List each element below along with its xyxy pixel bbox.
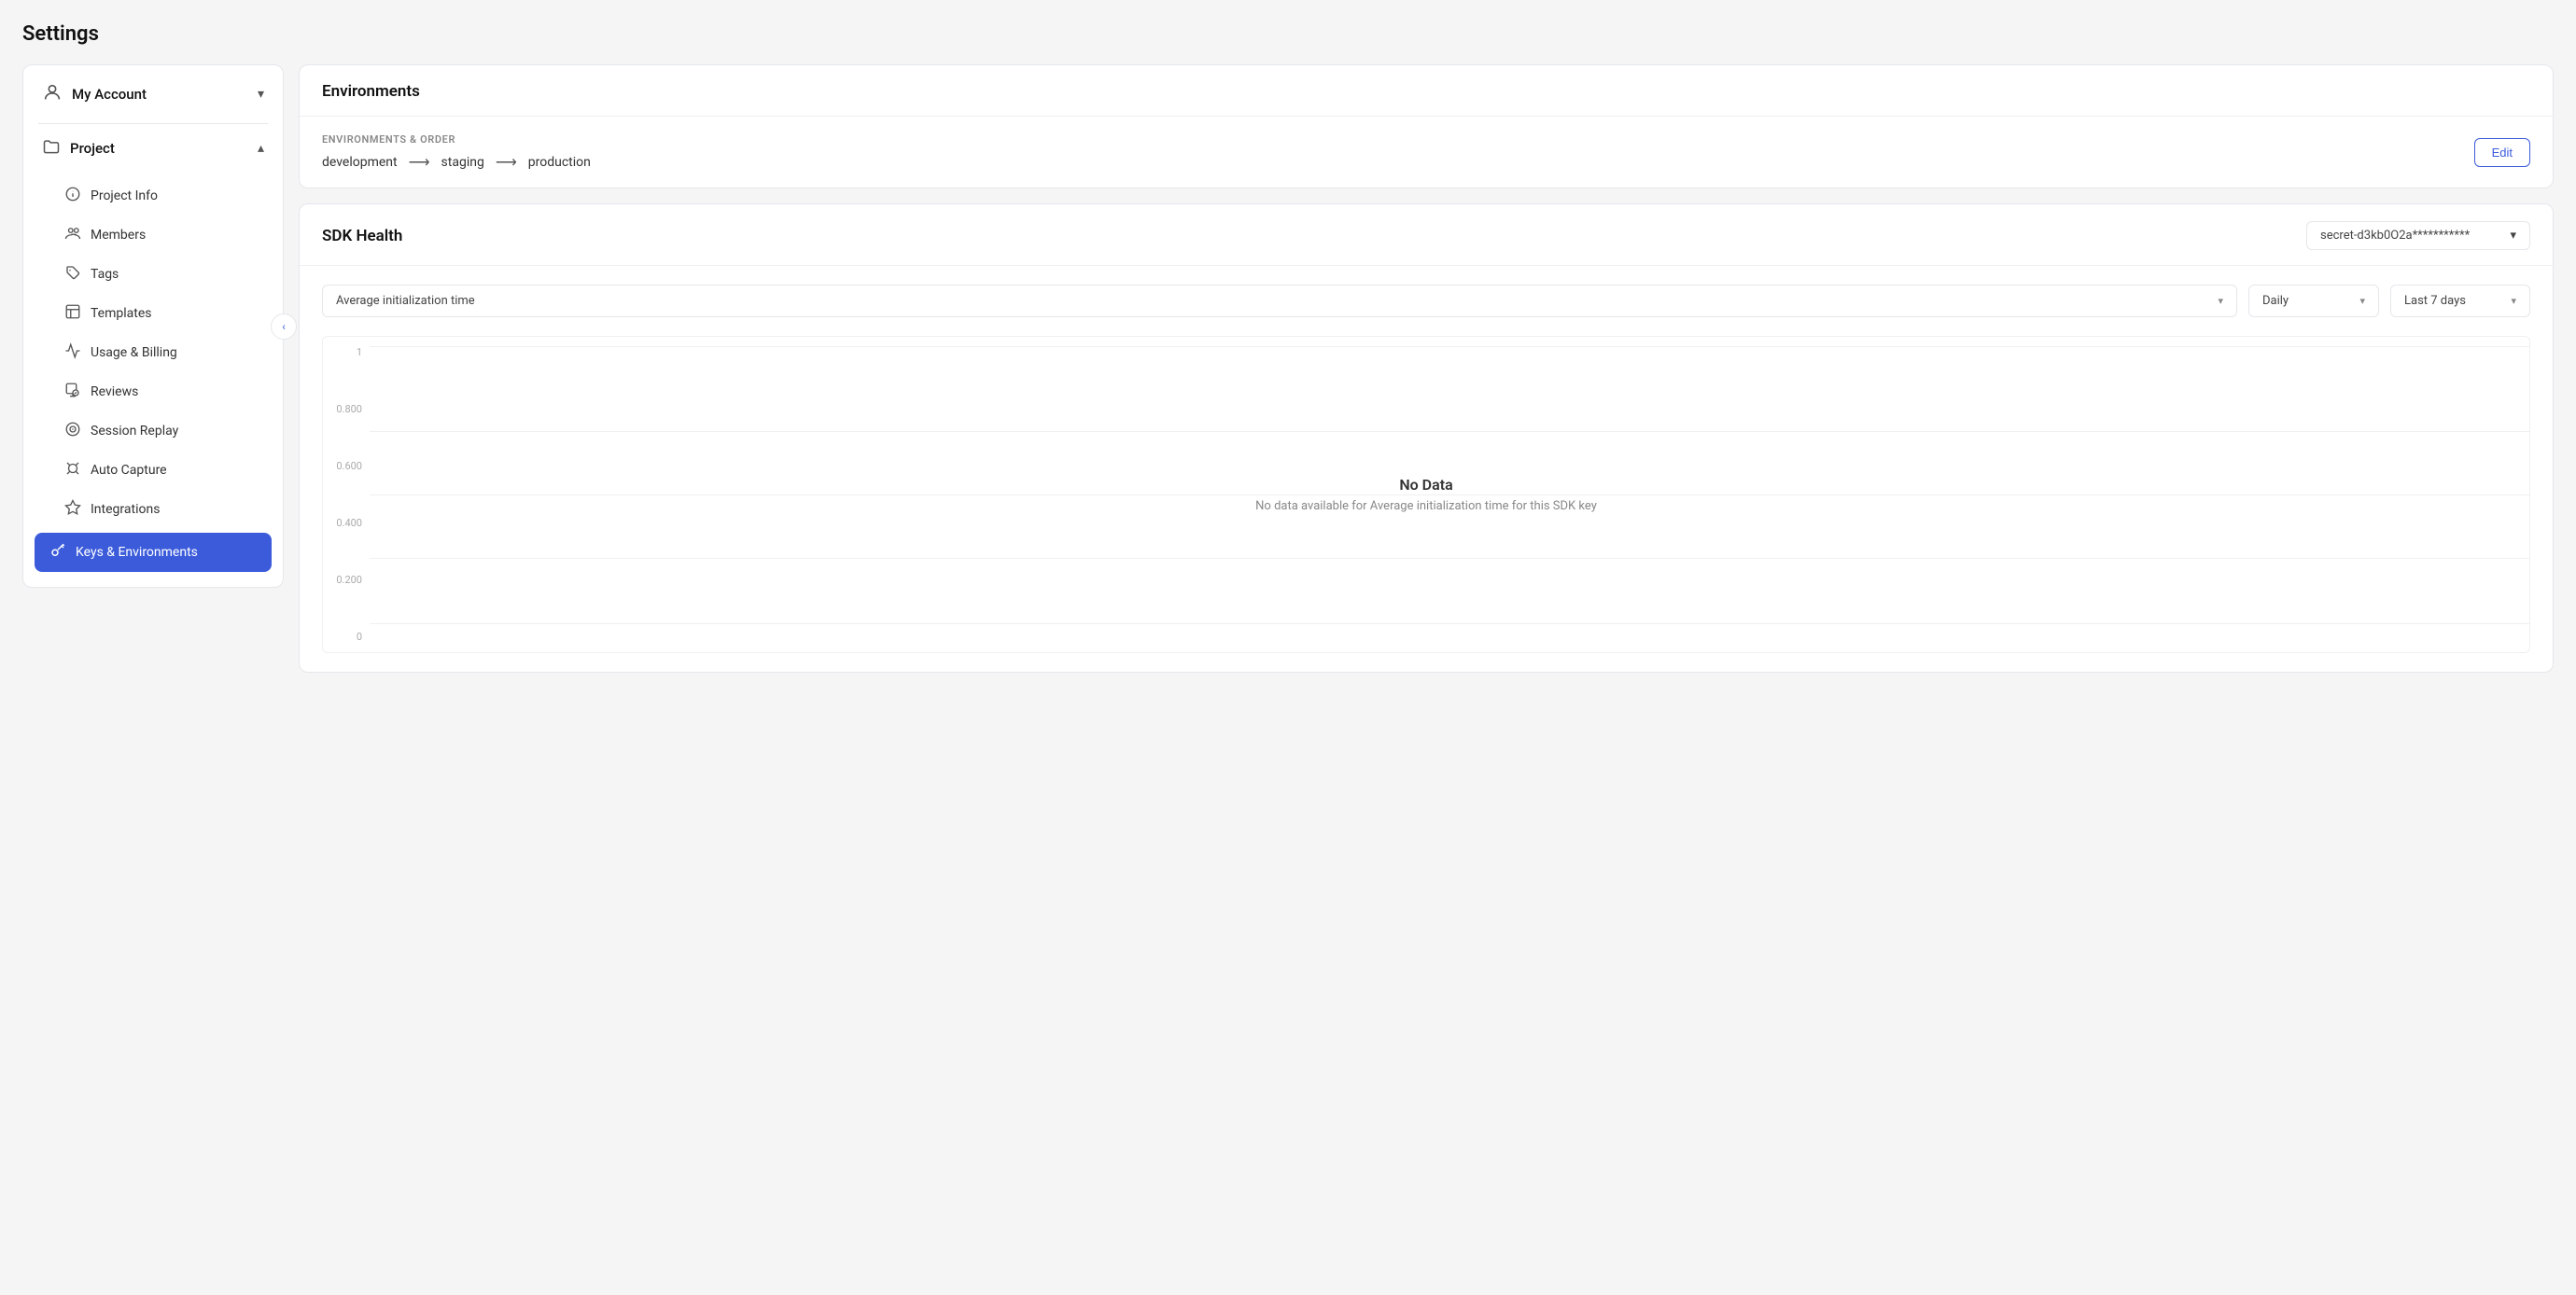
reviews-icon [64, 382, 81, 402]
main-content: Environments ENVIRONMENTS & ORDER develo… [299, 64, 2554, 673]
key-icon [49, 542, 66, 563]
interval-value: Daily [2262, 294, 2289, 308]
account-icon [42, 82, 63, 106]
nav-label-members: Members [91, 228, 146, 243]
env-development: development [322, 155, 398, 170]
sdk-key-value: secret-d3kb0O2a*********** [2320, 229, 2470, 243]
sdk-key-dropdown[interactable]: secret-d3kb0O2a*********** ▾ [2306, 221, 2530, 250]
sidebar-item-usage-billing[interactable]: Usage & Billing [23, 333, 283, 372]
environments-card: Environments ENVIRONMENTS & ORDER develo… [299, 64, 2554, 188]
grid-line-5 [370, 623, 2529, 624]
nav-label-templates: Templates [91, 306, 152, 321]
chart-icon [64, 342, 81, 363]
filter-row: Average initialization time ▾ Daily ▾ La… [322, 285, 2530, 317]
no-data-title: No Data [1255, 476, 1597, 494]
sidebar-item-members[interactable]: Members [23, 216, 283, 255]
no-data-subtitle: No data available for Average initializa… [1255, 499, 1597, 513]
sdk-health-title: SDK Health [322, 227, 402, 245]
chevron-left-icon: ‹ [282, 320, 286, 333]
interval-dropdown[interactable]: Daily ▾ [2248, 285, 2379, 317]
nav-label-usage-billing: Usage & Billing [91, 345, 177, 360]
chevron-down-icon: ▾ [2510, 229, 2516, 243]
metric-value: Average initialization time [336, 294, 475, 308]
chevron-down-icon: ▾ [258, 87, 264, 102]
project-label: Project [70, 140, 115, 157]
settings-page: Settings My Account ▾ [0, 0, 2576, 1295]
info-icon [64, 186, 81, 206]
templates-icon [64, 303, 81, 324]
sidebar-item-integrations[interactable]: Integrations [23, 490, 283, 529]
y-label-0400: 0.400 [323, 517, 362, 529]
range-value: Last 7 days [2404, 294, 2466, 308]
folder-icon [42, 137, 61, 160]
edit-environments-button[interactable]: Edit [2474, 138, 2530, 167]
sidebar-item-reviews[interactable]: Reviews [23, 372, 283, 411]
environments-order-label: ENVIRONMENTS & ORDER [322, 133, 591, 146]
y-label-0: 0 [323, 631, 362, 643]
y-label-0200: 0.200 [323, 574, 362, 586]
chevron-down-icon: ▾ [2218, 295, 2223, 307]
y-label-0800: 0.800 [323, 403, 362, 415]
grid-line-2 [370, 431, 2529, 432]
sdk-health-header: SDK Health secret-d3kb0O2a*********** ▾ [300, 204, 2553, 266]
nav-label-tags: Tags [91, 267, 119, 282]
nav-label-integrations: Integrations [91, 502, 160, 517]
collapse-sidebar-button[interactable]: ‹ [271, 313, 297, 340]
range-dropdown[interactable]: Last 7 days ▾ [2390, 285, 2530, 317]
sidebar-item-tags[interactable]: Tags [23, 255, 283, 294]
environments-flow-section: ENVIRONMENTS & ORDER development ⟶ stagi… [322, 133, 591, 171]
environments-body: ENVIRONMENTS & ORDER development ⟶ stagi… [300, 117, 2553, 188]
nav-label-project-info: Project Info [91, 188, 158, 203]
sidebar-item-my-account[interactable]: My Account ▾ [23, 65, 283, 123]
grid-line-1 [370, 346, 2529, 347]
sidebar-wrapper: My Account ▾ Project ▴ [22, 64, 284, 588]
sdk-health-chart: 1 0.800 0.600 0.400 0.200 0 [322, 336, 2530, 653]
chevron-down-icon: ▾ [2511, 295, 2516, 307]
arrow-icon-1: ⟶ [409, 153, 430, 171]
sidebar-item-templates[interactable]: Templates [23, 294, 283, 333]
sidebar-item-session-replay[interactable]: Session Replay [23, 411, 283, 451]
sidebar: My Account ▾ Project ▴ [22, 64, 284, 588]
chart-y-labels: 1 0.800 0.600 0.400 0.200 0 [323, 337, 370, 652]
y-label-1: 1 [323, 346, 362, 358]
nav-label-session-replay: Session Replay [91, 424, 178, 439]
environments-title: Environments [322, 82, 420, 101]
account-label: My Account [72, 86, 147, 103]
no-data-overlay: No Data No data available for Average in… [1255, 476, 1597, 513]
sidebar-nav: Project Info M [23, 173, 283, 587]
env-production: production [528, 155, 591, 170]
y-label-0600: 0.600 [323, 460, 362, 472]
sidebar-item-project-info[interactable]: Project Info [23, 176, 283, 216]
sidebar-item-project[interactable]: Project ▴ [23, 124, 283, 173]
replay-icon [64, 421, 81, 441]
sdk-health-card: SDK Health secret-d3kb0O2a*********** ▾ … [299, 203, 2554, 673]
page-title: Settings [22, 22, 2554, 46]
sdk-health-body: Average initialization time ▾ Daily ▾ La… [300, 266, 2553, 672]
environments-header: Environments [300, 65, 2553, 117]
capture-icon [64, 460, 81, 480]
nav-label-reviews: Reviews [91, 384, 138, 399]
integrations-icon [64, 499, 81, 520]
sidebar-item-auto-capture[interactable]: Auto Capture [23, 451, 283, 490]
environments-flow: development ⟶ staging ⟶ production [322, 153, 591, 171]
metric-dropdown[interactable]: Average initialization time ▾ [322, 285, 2237, 317]
sidebar-item-keys-environments[interactable]: Keys & Environments [35, 533, 272, 572]
env-staging: staging [441, 155, 484, 170]
grid-line-4 [370, 558, 2529, 559]
tags-icon [64, 264, 81, 285]
chevron-down-icon: ▾ [2359, 295, 2365, 307]
chevron-up-icon: ▴ [258, 141, 264, 156]
nav-label-auto-capture: Auto Capture [91, 463, 167, 478]
members-icon [64, 225, 81, 245]
arrow-icon-2: ⟶ [496, 153, 517, 171]
nav-label-keys-environments: Keys & Environments [76, 545, 198, 560]
layout: My Account ▾ Project ▴ [22, 64, 2554, 673]
